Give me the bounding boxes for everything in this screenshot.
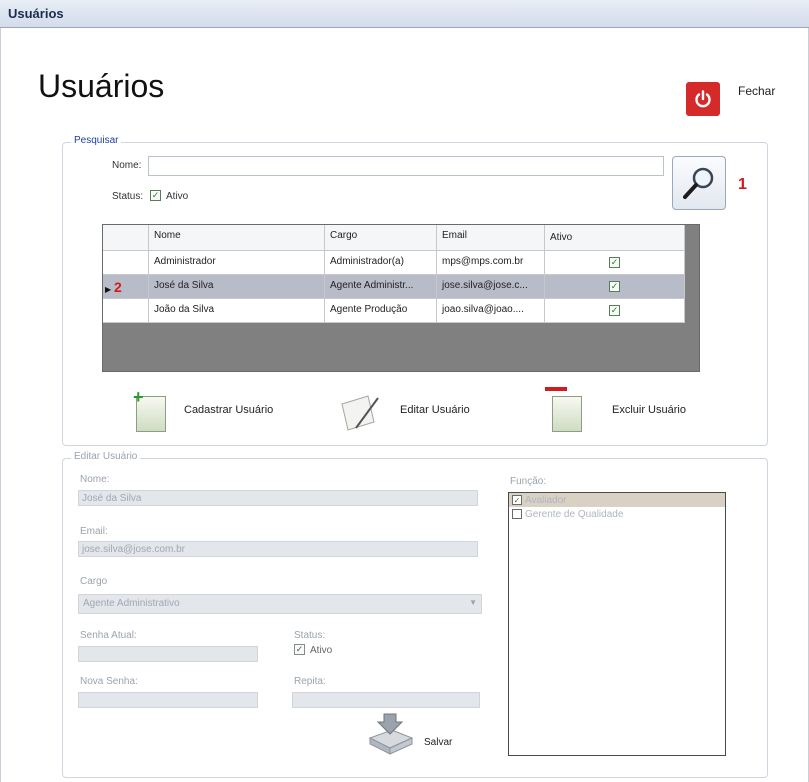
column-header-cargo[interactable]: Cargo	[325, 225, 437, 250]
ativo-checkbox[interactable]: ✓	[609, 305, 620, 316]
ativo-checkbox[interactable]: ✓	[609, 257, 620, 268]
save-button[interactable]: Salvar	[424, 737, 452, 748]
delete-user-button[interactable]: Excluir Usuário	[612, 404, 686, 416]
active-checkbox-label: Ativo	[166, 191, 189, 202]
magnifier-icon	[683, 167, 714, 199]
page-title: Usuários	[38, 68, 165, 104]
cell-email[interactable]: joao.silva@joao....	[437, 299, 545, 322]
delete-user-icon[interactable]	[545, 387, 582, 432]
add-user-icon[interactable]: +	[133, 387, 166, 432]
current-password-label: Senha Atual:	[80, 630, 137, 641]
repeat-password-field[interactable]	[292, 692, 480, 708]
new-password-label: Nova Senha:	[80, 676, 138, 687]
grid-corner	[103, 225, 149, 250]
cell-cargo[interactable]: Agente Produção	[325, 299, 437, 322]
funcao-item-label: Avaliador	[525, 494, 567, 506]
table-row[interactable]: Administrador Administrador(a) mps@mps.c…	[103, 251, 685, 275]
users-grid[interactable]: Nome Cargo Email Ativo Administrador Adm…	[102, 224, 700, 372]
search-legend: Pesquisar	[71, 135, 122, 146]
close-button[interactable]	[686, 82, 720, 116]
marker-1: 1	[738, 176, 747, 193]
power-icon	[695, 90, 711, 108]
cell-cargo[interactable]: Agente Administr...	[325, 275, 437, 298]
table-row[interactable]: João da Silva Agente Produção joao.silva…	[103, 299, 685, 323]
cell-nome[interactable]: José da Silva	[149, 275, 325, 298]
edit-status-label: Status:	[294, 630, 326, 641]
add-user-button[interactable]: Cadastrar Usuário	[184, 404, 273, 416]
edit-active-checkbox[interactable]: ✓	[294, 644, 305, 655]
cell-ativo[interactable]: ✓	[545, 251, 685, 274]
new-password-field[interactable]	[78, 692, 258, 708]
funcao-checkbox[interactable]	[512, 509, 522, 519]
edit-email-label: Email:	[80, 526, 108, 537]
cell-email[interactable]: mps@mps.com.br	[437, 251, 545, 274]
grid-header: Nome Cargo Email Ativo	[103, 225, 685, 251]
name-label: Nome:	[112, 160, 142, 171]
funcao-item-gerente[interactable]: Gerente de Qualidade	[509, 507, 725, 521]
column-header-ativo[interactable]: Ativo	[545, 225, 685, 250]
active-checkbox[interactable]: ✓	[150, 190, 161, 201]
row-header-selected[interactable]: ▶ 2	[103, 275, 149, 298]
cell-ativo[interactable]: ✓	[545, 275, 685, 298]
funcao-item-avaliador[interactable]: ✓ Avaliador	[509, 493, 725, 507]
row-header[interactable]	[103, 251, 149, 274]
chevron-down-icon: ▼	[469, 598, 477, 607]
repeat-password-label: Repita:	[294, 676, 326, 687]
funcao-label: Função:	[510, 476, 547, 487]
edit-cargo-value: Agente Administrativo	[83, 598, 180, 609]
edit-name-field[interactable]: José da Silva	[78, 490, 478, 506]
status-label: Status:	[112, 191, 144, 202]
edit-legend: Editar Usuário	[71, 451, 141, 462]
edit-cargo-select[interactable]: Agente Administrativo ▼	[78, 594, 482, 614]
funcao-checkbox[interactable]: ✓	[512, 495, 522, 505]
close-label[interactable]: Fechar	[738, 84, 775, 98]
table-row-selected[interactable]: ▶ 2 José da Silva Agente Administr... jo…	[103, 275, 685, 299]
edit-name-label: Nome:	[80, 474, 110, 485]
current-password-field[interactable]	[78, 646, 258, 662]
edit-cargo-label: Cargo	[80, 576, 108, 587]
edit-active-label: Ativo	[310, 645, 333, 656]
ativo-checkbox[interactable]: ✓	[609, 281, 620, 292]
column-header-email[interactable]: Email	[437, 225, 545, 250]
cell-nome[interactable]: João da Silva	[149, 299, 325, 322]
row-header[interactable]	[103, 299, 149, 322]
cell-ativo[interactable]: ✓	[545, 299, 685, 322]
search-button[interactable]	[672, 156, 726, 210]
marker-2: 2	[113, 279, 122, 295]
save-icon[interactable]	[366, 712, 416, 756]
column-header-nome[interactable]: Nome	[149, 225, 325, 250]
edit-user-icon[interactable]	[338, 392, 382, 432]
cell-email[interactable]: jose.silva@jose.c...	[437, 275, 545, 298]
funcao-listbox[interactable]: ✓ Avaliador Gerente de Qualidade	[508, 492, 726, 756]
funcao-item-label: Gerente de Qualidade	[525, 508, 624, 520]
window-titlebar: Usuários	[0, 0, 809, 28]
window-title: Usuários	[8, 6, 64, 21]
edit-email-field[interactable]: jose.silva@jose.com.br	[78, 541, 478, 557]
cell-cargo[interactable]: Administrador(a)	[325, 251, 437, 274]
edit-user-button[interactable]: Editar Usuário	[400, 404, 470, 416]
cell-nome[interactable]: Administrador	[149, 251, 325, 274]
name-search-input[interactable]	[148, 156, 664, 176]
row-pointer-icon: ▶	[105, 285, 112, 294]
